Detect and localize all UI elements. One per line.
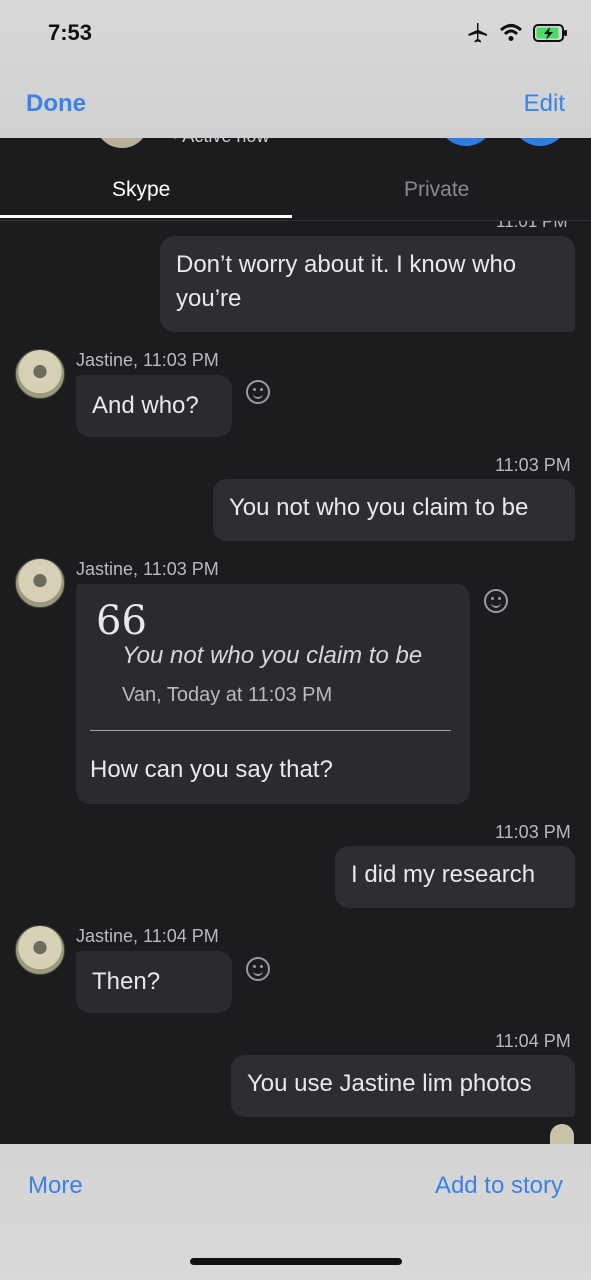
- avatar[interactable]: [15, 925, 65, 975]
- message-text: You use Jastine lim photos: [247, 1070, 532, 1097]
- smiley-reaction-icon[interactable]: [246, 380, 270, 404]
- message-text: How can you say that?: [90, 756, 333, 783]
- message-text: Then?: [92, 968, 161, 995]
- message-timestamp: 11:04 PM: [495, 1031, 571, 1051]
- edit-button[interactable]: Edit: [524, 90, 565, 118]
- message-text: I did my research: [351, 861, 536, 888]
- avatar[interactable]: [15, 349, 65, 399]
- battery-charging-icon: [533, 23, 569, 48]
- more-button[interactable]: More: [28, 1172, 83, 1200]
- add-to-story-button[interactable]: Add to story: [435, 1172, 563, 1200]
- quoted-meta: Van, Today at 11:03 PM: [122, 684, 333, 706]
- message-outgoing[interactable]: I did my research: [335, 846, 575, 908]
- video-call-button[interactable]: [512, 138, 568, 146]
- airplane-icon: [465, 22, 489, 49]
- tab-bar: Skype Private: [0, 150, 591, 221]
- avatar: [95, 138, 149, 148]
- status-time: 7:53: [48, 20, 93, 45]
- tab-skype[interactable]: Skype: [112, 178, 170, 202]
- message-outgoing[interactable]: You not who you claim to be: [213, 479, 575, 541]
- wifi-icon: [499, 23, 523, 48]
- message-text: you’re: [176, 285, 242, 312]
- status-icons: [465, 22, 569, 49]
- home-indicator[interactable]: [190, 1258, 402, 1265]
- message-outgoing[interactable]: You use Jastine lim photos: [231, 1055, 575, 1117]
- message-incoming[interactable]: Then?: [76, 951, 232, 1013]
- divider: [90, 730, 451, 731]
- smiley-reaction-icon[interactable]: [484, 589, 508, 613]
- active-status: • Active now: [172, 138, 269, 147]
- profile-header-peek: • Active now: [0, 138, 591, 150]
- message-timestamp: 11:03 PM: [495, 822, 571, 842]
- tab-selected-indicator: [0, 215, 292, 218]
- message-incoming[interactable]: And who?: [76, 375, 232, 437]
- quote-mark-icon: 66: [96, 598, 147, 644]
- message-sender: Jastine, 11:03 PM: [76, 350, 219, 370]
- avatar[interactable]: [15, 558, 65, 608]
- quoted-text: You not who you claim to be: [122, 642, 423, 669]
- call-button[interactable]: [438, 138, 494, 146]
- message-outgoing[interactable]: Don’t worry about it. I know who you’re: [160, 236, 575, 332]
- message-text: Don’t worry about it. I know who: [176, 251, 517, 278]
- message-text: And who?: [92, 392, 199, 419]
- message-timestamp: 11:03 PM: [495, 455, 571, 475]
- smiley-reaction-icon[interactable]: [246, 957, 270, 981]
- tab-private[interactable]: Private: [404, 178, 469, 202]
- message-sender: Jastine, 11:04 PM: [76, 926, 219, 946]
- read-receipt-avatar: [550, 1124, 574, 1144]
- message-text: You not who you claim to be: [229, 494, 529, 521]
- message-sender: Jastine, 11:03 PM: [76, 559, 219, 579]
- message-incoming-quote[interactable]: 66 You not who you claim to be Van, Toda…: [76, 584, 470, 804]
- done-button[interactable]: Done: [26, 90, 86, 118]
- message-timestamp: 11:01 PM: [496, 221, 568, 231]
- bottom-bar: More Add to story: [0, 1144, 591, 1280]
- top-bar: 7:53 Done Edit: [0, 0, 591, 138]
